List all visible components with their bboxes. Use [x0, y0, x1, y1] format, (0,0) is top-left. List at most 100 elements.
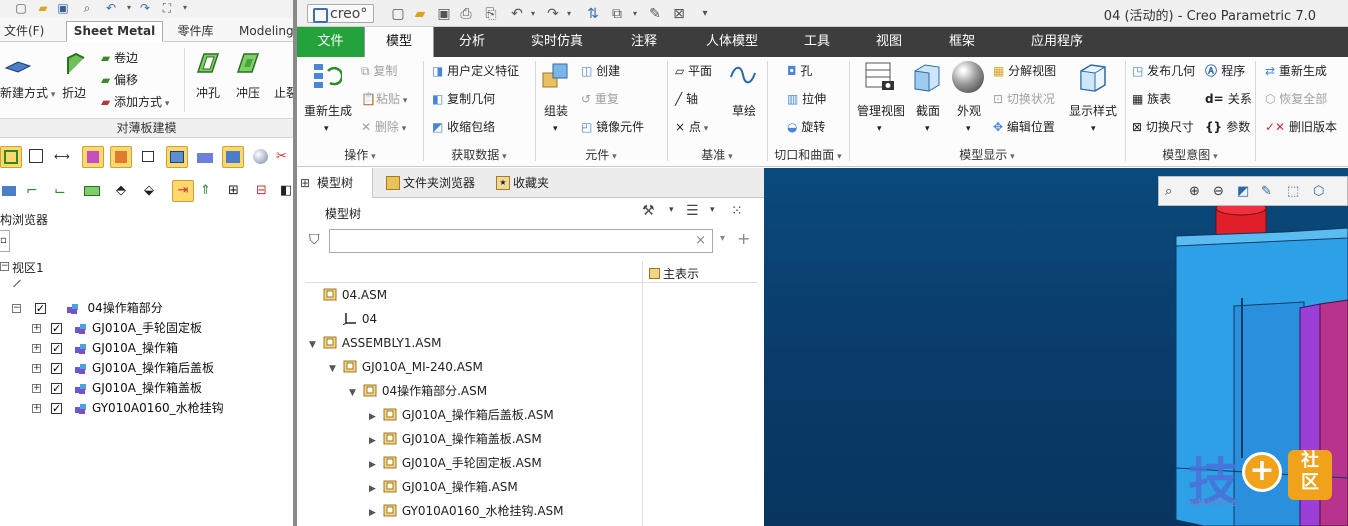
tree-settings-icon[interactable]: ⚒ — [642, 203, 655, 219]
viewport-row[interactable]: − 视区1 — [0, 258, 293, 276]
customize-toolbar-icon[interactable]: ▾ — [697, 6, 713, 22]
display-style-dropdown-icon[interactable]: ▾ — [1091, 121, 1096, 137]
tree-expander-icon[interactable]: ▶ — [369, 407, 379, 427]
cylinder-box-icon[interactable] — [222, 146, 244, 168]
print-preview-icon[interactable]: ⌕ — [80, 1, 94, 15]
tab-framework[interactable]: 框架 — [937, 27, 987, 57]
close-corner-icon[interactable]: ⊞ — [228, 180, 250, 202]
edit-position-button[interactable]: ✥ 编辑位置 — [993, 119, 1055, 135]
group-datum[interactable]: 基准 — [667, 145, 767, 165]
model-tree-row[interactable]: ▶ GJ010A_操作箱盖板.ASM — [369, 429, 542, 449]
section-icon[interactable] — [911, 61, 943, 93]
manage-views-icon[interactable] — [864, 61, 896, 93]
sketch-button[interactable]: 草绘 — [732, 103, 756, 119]
column-main-representation[interactable]: 主表示 — [649, 265, 699, 282]
user-feature-button[interactable]: ◨ 用户定义特征 — [432, 63, 519, 79]
group-cut-surface[interactable]: 切口和曲面 — [767, 145, 849, 165]
group-model-display[interactable]: 模型显示 — [849, 145, 1125, 165]
select-face-icon[interactable] — [0, 146, 22, 168]
assemble-dropdown-icon[interactable]: ▾ — [553, 121, 558, 137]
punch-hole-icon[interactable] — [194, 50, 222, 76]
wedge-icon[interactable] — [194, 146, 216, 168]
revolve-button[interactable]: ◒ 旋转 — [787, 119, 825, 135]
spin-center-icon[interactable]: ✎ — [1261, 184, 1277, 200]
regenerate-dropdown-icon[interactable]: ▾ — [324, 121, 329, 137]
tree-expander-icon[interactable]: ▶ — [369, 431, 379, 451]
mirror-component-button[interactable]: ◰ 镜像元件 — [581, 119, 644, 135]
hole-button[interactable]: ◘ 孔 — [787, 63, 812, 79]
tree-root-expander-icon[interactable]: − — [12, 304, 21, 313]
tree-item-checkbox[interactable] — [51, 320, 62, 338]
tree-item-checkbox[interactable] — [51, 380, 62, 398]
bend-icon[interactable]: ⌐ — [26, 180, 48, 202]
restore-all-button[interactable]: ⬡ 恢复全部 — [1265, 91, 1327, 107]
tree-expander-icon[interactable]: + — [32, 384, 41, 393]
repeat-button[interactable]: ↺ 重复 — [581, 91, 619, 107]
toggle-state-button[interactable]: ⊡ 切换状况 — [993, 91, 1055, 107]
open-folder-icon[interactable]: ▰ — [412, 6, 428, 22]
save-icon[interactable]: ▣ — [56, 1, 70, 15]
axis-button[interactable]: ╱ 轴 — [675, 91, 698, 107]
model-tree-row[interactable]: ▶ GY010A0160_水枪挂钩.ASM — [369, 501, 564, 521]
tab-model[interactable]: 模型 — [364, 27, 434, 57]
add-method-button[interactable]: ▰ 添加方式 — [101, 93, 169, 110]
tree-item-checkbox[interactable] — [51, 340, 62, 358]
repaint-icon[interactable]: ◩ — [1237, 184, 1253, 200]
family-table-button[interactable]: ▦ 族表 — [1132, 91, 1171, 107]
relations-button[interactable]: d= 关系 — [1205, 91, 1252, 107]
file-menu[interactable]: 文件(F) — [0, 21, 60, 42]
print-icon[interactable]: ⎘ — [483, 6, 499, 22]
tab-applications[interactable]: 应用程序 — [1012, 27, 1102, 57]
tree-expander-icon[interactable]: ▼ — [349, 383, 359, 403]
filter-icon[interactable]: ⛉ — [309, 232, 320, 248]
regenerate-icon[interactable]: ⇅ — [585, 6, 601, 22]
delete-button[interactable]: ✕ 删除 — [361, 119, 406, 137]
refit-icon[interactable]: ⌕ — [1165, 184, 1181, 200]
new-file-icon[interactable]: ▢ — [14, 1, 28, 15]
paste-button[interactable]: 📋粘贴 — [361, 91, 407, 109]
tree-expander-icon[interactable]: + — [32, 324, 41, 333]
redo-dropdown-icon[interactable]: ▾ — [561, 6, 577, 22]
left-tree-item[interactable]: + GJ010A_操作箱 — [32, 339, 178, 358]
publish-geometry-button[interactable]: ◳ 发布几何 — [1132, 63, 1195, 79]
redo-icon[interactable]: ↷ — [138, 1, 152, 15]
add-column-icon[interactable]: + — [737, 229, 750, 248]
tree-expander-icon[interactable]: ▼ — [329, 359, 339, 379]
roll-button[interactable]: ▰ 卷边 — [101, 49, 138, 66]
undo-dropdown-icon[interactable]: ▾ — [122, 1, 136, 15]
display-style-button[interactable]: 显示样式 — [1069, 103, 1117, 119]
tab-human-model[interactable]: 人体模型 — [697, 27, 767, 57]
manage-views-dropdown-icon[interactable]: ▾ — [877, 121, 882, 137]
feature-select-icon[interactable] — [82, 146, 104, 168]
tab-folder-browser[interactable]: 文件夹浏览器 — [383, 168, 493, 198]
save-copy-icon[interactable]: ⎙ — [458, 6, 474, 22]
tree-filter-input[interactable]: × — [329, 229, 713, 253]
sheet-icon[interactable] — [26, 146, 48, 168]
assemble-button[interactable]: 组装 — [544, 103, 568, 119]
exploded-view-button[interactable]: ▦ 分解视图 — [993, 63, 1056, 79]
graphics-viewport[interactable]: ⌕ ⊕ ⊖ ◩ ✎ ⬚ ⬡ 技 + 社区 3dskills.c — [764, 168, 1348, 526]
tab-sheet-metal[interactable]: Sheet Metal — [66, 21, 163, 42]
rip-icon[interactable]: ⇑ — [200, 180, 222, 202]
stop-button[interactable]: 止裂 — [274, 84, 293, 101]
model-tree-row[interactable]: ▶ GJ010A_操作箱后盖板.ASM — [369, 405, 554, 425]
save-icon[interactable]: ▣ — [436, 6, 452, 22]
left-tree-item[interactable]: + GJ010A_操作箱后盖板 — [32, 359, 214, 378]
tab-analysis[interactable]: 分析 — [447, 27, 497, 57]
tool-more-icon[interactable]: ◧ — [280, 180, 293, 202]
tab-live-simulation[interactable]: 实时仿真 — [522, 27, 592, 57]
open-folder-icon[interactable]: ▰ — [36, 1, 50, 15]
left-tree-item[interactable]: + GJ010A_操作箱盖板 — [32, 379, 202, 398]
assemble-icon[interactable] — [541, 61, 571, 91]
filter-dropdown-icon[interactable]: ▾ — [720, 233, 725, 244]
display-style-icon[interactable]: ⬚ — [1287, 184, 1303, 200]
shrinkwrap-button[interactable]: ◩ 收缩包络 — [432, 119, 495, 135]
model-tree-row[interactable]: ▶ GJ010A_手轮固定板.ASM — [369, 453, 542, 473]
appearance-icon[interactable] — [952, 61, 984, 93]
fold-button[interactable]: 折边 — [62, 84, 86, 101]
sheet-flange-icon[interactable] — [0, 180, 22, 202]
plane-button[interactable]: ▱ 平面 — [675, 63, 712, 79]
tab-view[interactable]: 视图 — [864, 27, 914, 57]
tree-expander-icon[interactable]: ▶ — [369, 503, 379, 523]
cut-icon[interactable]: ✂ — [276, 146, 293, 168]
